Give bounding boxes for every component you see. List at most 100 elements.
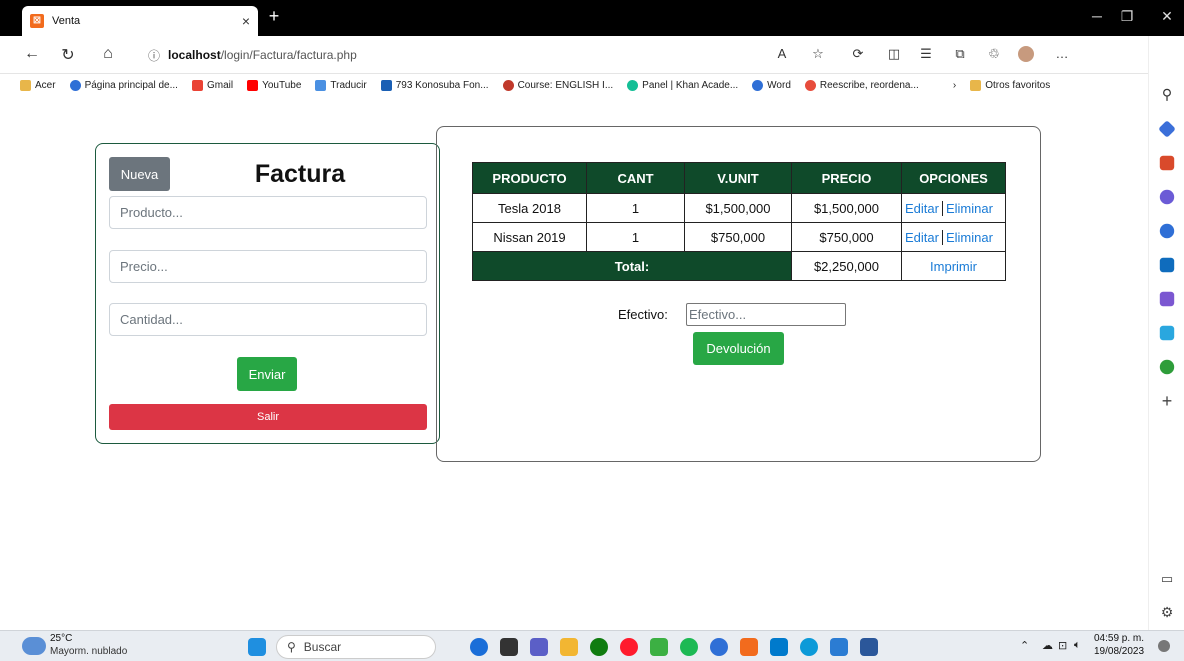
teams-icon[interactable] — [530, 638, 548, 656]
course-icon — [502, 79, 514, 91]
games-icon[interactable] — [1159, 189, 1175, 205]
efectivo-input[interactable] — [686, 303, 846, 326]
favorite-star-icon[interactable]: ☆ — [808, 46, 828, 62]
imprimir-link[interactable]: Imprimir — [927, 259, 980, 274]
nueva-button[interactable]: Nueva — [109, 157, 170, 191]
notepad-icon[interactable] — [830, 638, 848, 656]
new-tab-button[interactable]: + — [264, 6, 284, 27]
send-icon[interactable] — [1159, 325, 1175, 341]
editar-link[interactable]: Editar — [902, 230, 942, 245]
bookmark-pagina-principal[interactable]: Página principal de... — [69, 79, 178, 91]
close-tab-icon[interactable]: × — [242, 13, 250, 29]
settings-gear-icon[interactable]: ⚙ — [1158, 604, 1176, 622]
sidebar-panel-icon[interactable]: ▭ — [1158, 571, 1176, 589]
bookmark-acer[interactable]: Acer — [20, 79, 56, 91]
salir-button[interactable]: Salir — [109, 404, 427, 430]
header-vunit: V.UNIT — [684, 162, 792, 194]
producto-input[interactable] — [109, 196, 427, 229]
bookmark-traducir[interactable]: Traducir — [315, 79, 367, 91]
eliminar-link[interactable]: Eliminar — [941, 200, 996, 216]
search-icon[interactable]: ⚲ — [1158, 86, 1176, 104]
bookmark-course-english[interactable]: Course: ENGLISH I... — [502, 79, 613, 91]
enviar-button[interactable]: Enviar — [237, 357, 297, 391]
url-path: /login/Factura/factura.php — [220, 48, 357, 62]
refresh-icon[interactable]: ↻ — [58, 45, 78, 65]
collections-icon[interactable]: ⧉ — [950, 46, 970, 62]
copilot-taskbar-icon[interactable] — [470, 638, 488, 656]
bookmark-khan-academy[interactable]: Panel | Khan Acade... — [627, 79, 738, 91]
editar-link[interactable]: Editar — [902, 201, 942, 216]
folder-icon — [20, 79, 31, 91]
browser-tab[interactable]: ⊠ Venta × — [22, 6, 258, 36]
designer-icon[interactable] — [1159, 291, 1175, 307]
weather-temp: 25°C — [50, 633, 73, 644]
vscode-icon[interactable] — [770, 638, 788, 656]
bookmark-reescribe[interactable]: Reescribe, reordena... — [804, 79, 919, 91]
outlook-icon[interactable] — [1159, 257, 1175, 273]
bookmark-gmail[interactable]: Gmail — [191, 79, 233, 91]
bookmark-word[interactable]: Word — [752, 79, 791, 91]
folder-icon — [970, 79, 982, 91]
close-window-icon[interactable]: ✕ — [1152, 8, 1182, 25]
profile-avatar[interactable] — [1016, 46, 1036, 65]
tag-icon[interactable] — [1158, 120, 1176, 138]
bookmarks-overflow-chevron-icon[interactable]: › — [953, 80, 956, 91]
briefcase-icon[interactable] — [1159, 155, 1175, 171]
khan-icon — [627, 79, 639, 91]
cell-imprimir: Imprimir — [901, 251, 1006, 281]
xampp-taskbar-icon[interactable] — [740, 638, 758, 656]
task-view-icon[interactable] — [500, 638, 518, 656]
bookmark-otros-favoritos[interactable]: Otros favoritos — [970, 79, 1050, 91]
tree-icon[interactable] — [1159, 359, 1175, 375]
cantidad-input[interactable] — [109, 303, 427, 336]
edge-sidebar: ⚲ + ▭ ⚙ — [1148, 36, 1184, 630]
favorites-icon[interactable]: ☰ — [916, 46, 936, 62]
volume-icon[interactable]: 🔈︎ — [1074, 639, 1081, 652]
performance-icon[interactable]: ♲ — [984, 46, 1004, 62]
header-producto: PRODUCTO — [472, 162, 587, 194]
eliminar-link[interactable]: Eliminar — [941, 229, 996, 245]
copilot-app-icon[interactable] — [710, 638, 728, 656]
extensions-icon[interactable]: ⟳ — [848, 46, 868, 62]
opera-icon[interactable] — [620, 638, 638, 656]
restore-icon[interactable]: ❐ — [1112, 8, 1142, 25]
gmail-icon — [191, 79, 203, 91]
notification-icon[interactable] — [1158, 640, 1170, 652]
info-icon[interactable]: ⓘ — [148, 47, 160, 64]
browser-title-bar: ⊠ Venta × + ─ ❐ ✕ — [0, 0, 1184, 36]
clock-time[interactable]: 04:59 p. m. — [1094, 633, 1144, 644]
bookmark-konosuba[interactable]: 793 Konosuba Fon... — [380, 79, 489, 91]
app-icon[interactable] — [650, 638, 668, 656]
clock-date[interactable]: 19/08/2023 — [1094, 646, 1144, 657]
cell-producto: Nissan 2019 — [472, 222, 587, 252]
bookmark-youtube[interactable]: YouTube — [247, 79, 301, 91]
taskbar-search[interactable]: ⚲ Buscar — [276, 635, 436, 659]
file-explorer-icon[interactable] — [560, 638, 578, 656]
add-icon[interactable]: + — [1158, 392, 1176, 410]
word-taskbar-icon[interactable] — [860, 638, 878, 656]
tab-title: Venta — [52, 15, 81, 27]
back-arrow-icon[interactable]: ← — [22, 45, 42, 63]
cell-opciones: Editar Eliminar — [901, 193, 1006, 223]
bookmark-site-icon — [380, 79, 392, 91]
windows-start-icon[interactable] — [248, 638, 266, 656]
cell-cant: 1 — [586, 193, 685, 223]
edge-taskbar-icon[interactable] — [800, 638, 818, 656]
weather-cloud-icon[interactable] — [22, 637, 46, 655]
tray-chevron-icon[interactable]: ⌃ — [1020, 639, 1029, 652]
home-icon[interactable]: ⌂ — [98, 45, 118, 63]
minimize-icon[interactable]: ─ — [1082, 8, 1112, 24]
xbox-icon[interactable] — [590, 638, 608, 656]
spotify-icon[interactable] — [680, 638, 698, 656]
word-icon — [752, 79, 764, 91]
precio-input[interactable] — [109, 250, 427, 283]
edge-icon — [69, 79, 81, 91]
network-icon[interactable]: ⊡ — [1058, 639, 1067, 652]
m365-icon[interactable] — [1159, 223, 1175, 239]
devolucion-button[interactable]: Devolución — [693, 332, 784, 365]
more-icon[interactable]: … — [1052, 46, 1072, 61]
xampp-icon: ⊠ — [30, 14, 44, 28]
split-screen-icon[interactable]: ◫ — [884, 46, 904, 62]
read-aloud-icon[interactable]: A — [772, 46, 792, 61]
onedrive-icon[interactable]: ☁ — [1042, 639, 1053, 652]
